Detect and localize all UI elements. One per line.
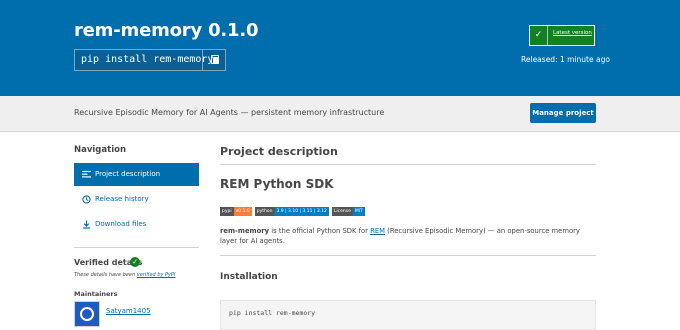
python-versions-badge[interactable]: python 3.9 | 3.10 | 3.11 | 3.12 (254, 207, 329, 216)
verified-check-icon: ✓ (130, 257, 140, 267)
maintainer-link[interactable]: Satyam1405 (106, 307, 151, 315)
install-code: pip install rem-memory (229, 309, 316, 317)
history-icon (82, 195, 91, 204)
badge-label: pypi (220, 207, 234, 216)
badge-row: pypi v0.1.0 python 3.9 | 3.10 | 3.11 | 3… (220, 207, 365, 216)
pip-command: pip install rem-memory (81, 54, 214, 65)
pip-command-box: pip install rem-memory (74, 49, 226, 71)
installation-heading: Installation (220, 272, 278, 282)
install-code-block[interactable]: pip install rem-memory (220, 300, 596, 330)
maintainers-heading: Maintainers (74, 290, 118, 298)
sidebar-divider (74, 247, 199, 248)
content-divider (220, 164, 596, 165)
package-header: rem-memory 0.1.0 pip install rem-memory … (0, 0, 680, 96)
align-left-icon (82, 170, 91, 178)
navigation-heading: Navigation (74, 145, 126, 155)
pypi-version-badge[interactable]: pypi v0.1.0 (220, 207, 252, 216)
intro-divider (220, 255, 596, 256)
nav-item-label: Project description (95, 170, 161, 178)
package-title: rem-memory 0.1.0 (74, 20, 259, 41)
maintainer-avatar[interactable] (74, 301, 100, 327)
badge-value: MIT (352, 207, 365, 216)
badge-value: 3.9 | 3.10 | 3.11 | 3.12 (274, 207, 329, 216)
copy-button[interactable] (202, 50, 225, 70)
rem-link[interactable]: REM (370, 227, 385, 235)
intro-paragraph: rem-memory is the official Python SDK fo… (220, 226, 598, 246)
license-badge[interactable]: License MIT (331, 207, 365, 216)
verified-note: These details have been verified by PyPI (74, 272, 176, 278)
intro-text: is the official Python SDK for (269, 227, 371, 235)
nav-item-release-history[interactable]: Release history (74, 188, 199, 211)
manage-project-button[interactable]: Manage project (530, 103, 596, 123)
nav-item-label: Download files (95, 220, 147, 228)
latest-version-link[interactable]: Latest version (553, 30, 592, 36)
readme-title: REM Python SDK (220, 177, 334, 191)
download-icon (82, 220, 91, 229)
verified-by-pypi-link[interactable]: verified by PyPI (137, 272, 176, 278)
check-icon: ✓ (530, 26, 548, 45)
nav-item-label: Release history (95, 195, 149, 203)
badge-label: License (331, 207, 353, 216)
project-description-title: Project description (220, 145, 338, 158)
package-summary: Recursive Episodic Memory for AI Agents … (74, 108, 385, 117)
nav-item-project-description[interactable]: Project description (74, 163, 199, 186)
badge-value: v0.1.0 (233, 207, 252, 216)
nav-item-download-files[interactable]: Download files (74, 213, 199, 236)
verified-note-text: These details have been (74, 272, 137, 278)
release-date: Released: 1 minute ago (521, 55, 610, 64)
package-name-bold: rem-memory (220, 227, 270, 235)
badge-label: python (254, 207, 275, 216)
latest-version-badge[interactable]: ✓ Latest version (529, 25, 595, 46)
